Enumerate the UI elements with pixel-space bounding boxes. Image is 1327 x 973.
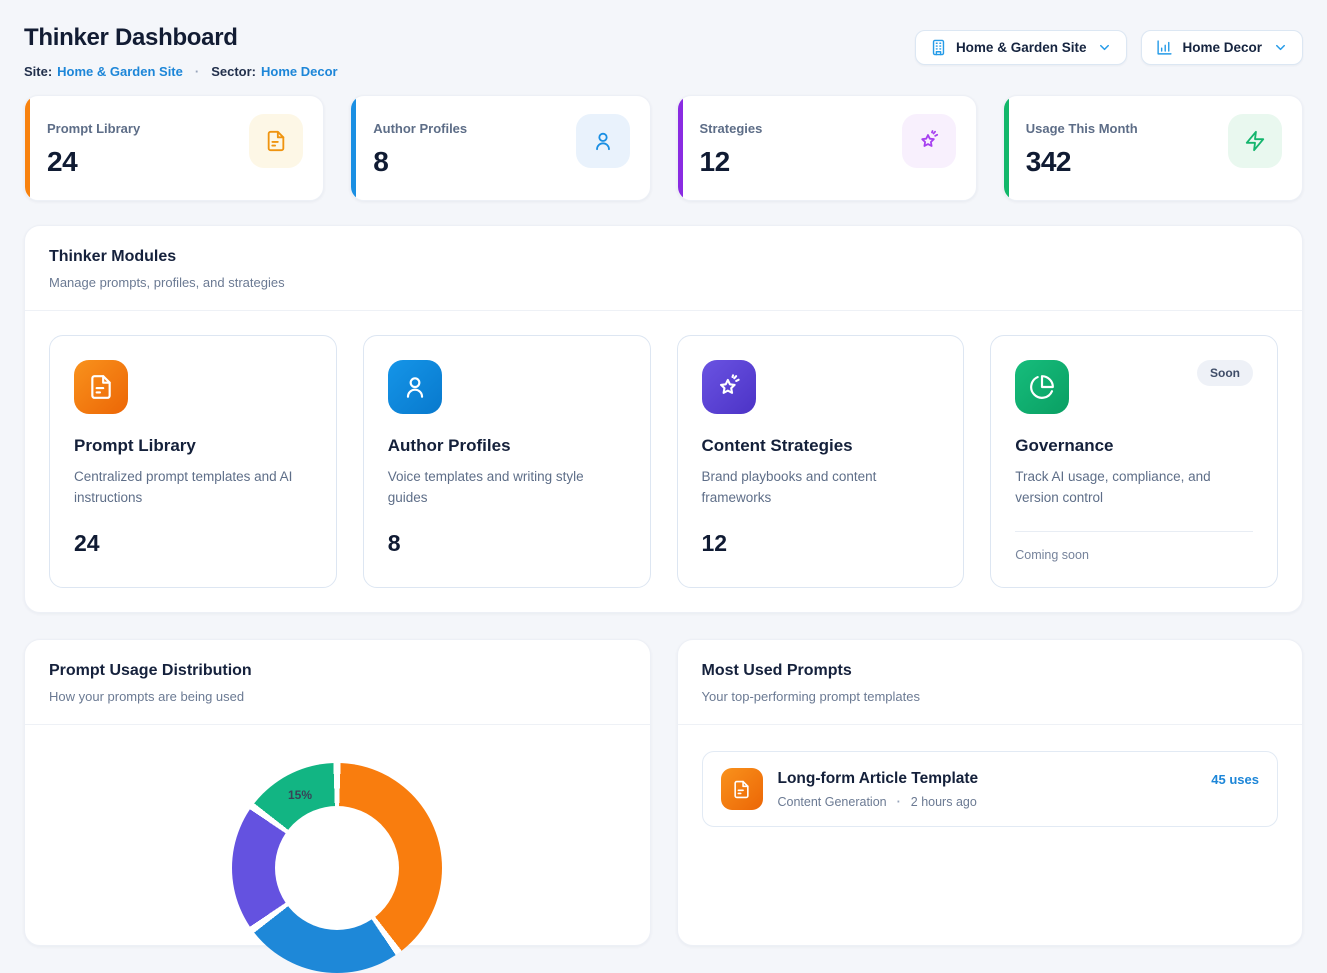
module-card-content-strategies[interactable]: Content Strategies Brand playbooks and c… xyxy=(677,335,965,588)
site-selector-label: Home & Garden Site xyxy=(956,40,1087,55)
site-label: Site: xyxy=(24,64,52,79)
file-text-icon xyxy=(721,768,763,810)
sector-selector-dropdown[interactable]: Home Decor xyxy=(1141,30,1303,65)
usage-card-header: Prompt Usage Distribution How your promp… xyxy=(25,640,650,725)
divider xyxy=(1015,531,1253,532)
donut-slice-label: 15% xyxy=(288,788,312,802)
module-card-prompt-library[interactable]: Prompt Library Centralized prompt templa… xyxy=(49,335,337,588)
pie-chart-icon xyxy=(1015,360,1069,414)
file-text-icon xyxy=(74,360,128,414)
usage-distribution-card: Prompt Usage Distribution How your promp… xyxy=(24,639,651,946)
modules-section-header: Thinker Modules Manage prompts, profiles… xyxy=(25,226,1302,311)
user-icon xyxy=(388,360,442,414)
zap-icon xyxy=(1228,114,1282,168)
sector-link[interactable]: Home Decor xyxy=(261,64,338,79)
prompts-card-title: Most Used Prompts xyxy=(702,662,1279,680)
sparkle-star-icon xyxy=(902,114,956,168)
user-icon xyxy=(576,114,630,168)
breadcrumb-separator: · xyxy=(195,64,199,79)
page-title: Thinker Dashboard xyxy=(24,24,338,52)
module-title: Governance xyxy=(1015,436,1253,456)
prompts-card-header: Most Used Prompts Your top-performing pr… xyxy=(678,640,1303,725)
modules-section: Thinker Modules Manage prompts, profiles… xyxy=(24,225,1303,613)
stat-card-prompt-library: Prompt Library 24 xyxy=(24,95,324,201)
module-count: 24 xyxy=(74,530,312,557)
breadcrumb: Site: Home & Garden Site · Sector: Home … xyxy=(24,64,338,79)
module-description: Brand playbooks and content frameworks xyxy=(702,467,940,509)
module-title: Prompt Library xyxy=(74,436,312,456)
module-title: Author Profiles xyxy=(388,436,626,456)
modules-section-subtitle: Manage prompts, profiles, and strategies xyxy=(49,275,1278,290)
topbar: Thinker Dashboard Site: Home & Garden Si… xyxy=(24,20,1303,79)
stat-card-usage: Usage This Month 342 xyxy=(1003,95,1303,201)
module-description: Track AI usage, compliance, and version … xyxy=(1015,467,1253,509)
prompt-meta: Content Generation · 2 hours ago xyxy=(778,795,1197,809)
chevron-down-icon xyxy=(1097,40,1112,55)
dashboard-page: Thinker Dashboard Site: Home & Garden Si… xyxy=(0,0,1327,966)
soon-badge: Soon xyxy=(1197,360,1253,386)
module-card-governance[interactable]: Soon Governance Track AI usage, complian… xyxy=(990,335,1278,588)
prompts-card-subtitle: Your top-performing prompt templates xyxy=(702,689,1279,704)
module-count: 12 xyxy=(702,530,940,557)
building-icon xyxy=(930,39,947,56)
stat-card-strategies: Strategies 12 xyxy=(677,95,977,201)
meta-separator: · xyxy=(897,795,901,809)
modules-grid: Prompt Library Centralized prompt templa… xyxy=(25,311,1302,612)
module-description: Voice templates and writing style guides xyxy=(388,467,626,509)
usage-card-subtitle: How your prompts are being used xyxy=(49,689,626,704)
prompt-uses-count: 45 uses xyxy=(1211,772,1259,787)
usage-donut-chart: 15% xyxy=(232,763,442,973)
topbar-left: Thinker Dashboard Site: Home & Garden Si… xyxy=(24,20,338,79)
stat-card-author-profiles: Author Profiles 8 xyxy=(350,95,650,201)
usage-card-title: Prompt Usage Distribution xyxy=(49,662,626,680)
prompt-title: Long-form Article Template xyxy=(778,770,1197,788)
chevron-down-icon xyxy=(1273,40,1288,55)
prompt-list: Long-form Article Template Content Gener… xyxy=(678,725,1303,853)
sector-label: Sector: xyxy=(211,64,256,79)
most-used-prompts-card: Most Used Prompts Your top-performing pr… xyxy=(677,639,1304,946)
prompt-category: Content Generation xyxy=(778,795,887,809)
prompt-time: 2 hours ago xyxy=(911,795,977,809)
module-card-author-profiles[interactable]: Author Profiles Voice templates and writ… xyxy=(363,335,651,588)
topbar-selectors: Home & Garden Site Home Decor xyxy=(915,30,1303,65)
prompt-list-item[interactable]: Long-form Article Template Content Gener… xyxy=(702,751,1279,827)
stats-row: Prompt Library 24 Author Profiles 8 Stra… xyxy=(24,95,1303,201)
module-count: 8 xyxy=(388,530,626,557)
bottom-row: Prompt Usage Distribution How your promp… xyxy=(24,639,1303,946)
sparkle-star-icon xyxy=(702,360,756,414)
site-selector-dropdown[interactable]: Home & Garden Site xyxy=(915,30,1128,65)
site-link[interactable]: Home & Garden Site xyxy=(57,64,183,79)
module-description: Centralized prompt templates and AI inst… xyxy=(74,467,312,509)
module-title: Content Strategies xyxy=(702,436,940,456)
file-text-icon xyxy=(249,114,303,168)
sector-selector-label: Home Decor xyxy=(1182,40,1262,55)
modules-section-title: Thinker Modules xyxy=(49,248,1278,266)
donut-chart-area: 15% xyxy=(25,725,650,945)
module-footer: Coming soon xyxy=(1015,548,1253,562)
bar-chart-icon xyxy=(1156,39,1173,56)
